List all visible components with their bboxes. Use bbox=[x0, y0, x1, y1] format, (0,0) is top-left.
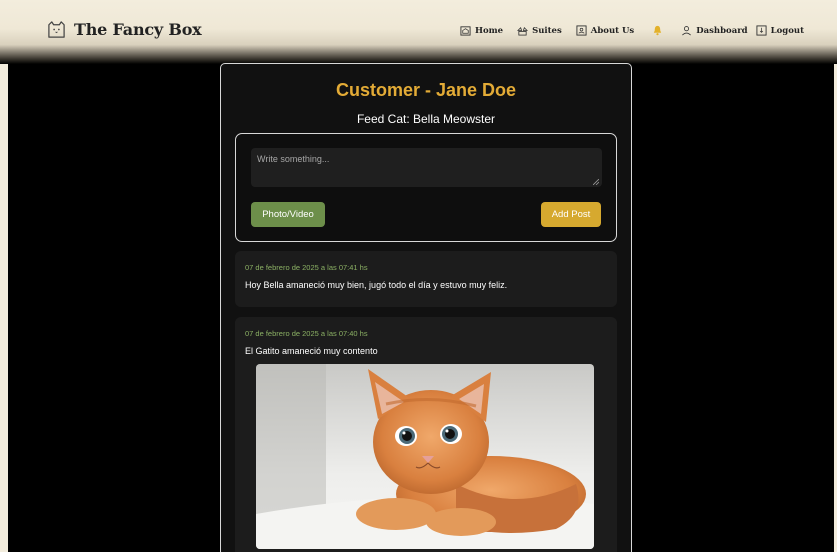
suites-icon bbox=[517, 26, 529, 36]
resize-handle-icon[interactable] bbox=[593, 179, 599, 185]
post-text-input[interactable] bbox=[251, 148, 602, 187]
cat-box-icon bbox=[48, 21, 65, 38]
feed-card: Customer - Jane Doe Feed Cat: Bella Meow… bbox=[220, 63, 632, 552]
nav-about[interactable]: About Us bbox=[576, 25, 634, 36]
main-nav: Home Suites About Us Dashboard Logout bbox=[460, 25, 804, 36]
post-date: 07 de febrero de 2025 a las 07:40 hs bbox=[245, 329, 368, 338]
nav-home[interactable]: Home bbox=[460, 25, 503, 36]
feed-post: 07 de febrero de 2025 a las 07:41 hs Hoy… bbox=[235, 251, 617, 307]
about-icon bbox=[576, 25, 587, 36]
kitten-photo bbox=[256, 364, 594, 549]
nav-logout-label: Logout bbox=[770, 25, 804, 36]
brand[interactable]: The Fancy Box bbox=[47, 20, 202, 39]
feed-post: 07 de febrero de 2025 a las 07:40 hs El … bbox=[235, 317, 617, 552]
brand-name: The Fancy Box bbox=[74, 20, 202, 39]
nav-home-label: Home bbox=[474, 25, 504, 36]
notifications-button[interactable] bbox=[652, 25, 663, 36]
add-post-button[interactable]: Add Post bbox=[541, 202, 601, 227]
bell-icon bbox=[654, 25, 662, 36]
photo-video-button[interactable]: Photo/Video bbox=[251, 202, 325, 227]
home-icon bbox=[460, 26, 471, 36]
post-image[interactable] bbox=[256, 364, 594, 549]
left-gutter bbox=[0, 0, 8, 552]
nav-dashboard-label: Dashboard bbox=[696, 25, 748, 36]
nav-suites-label: Suites bbox=[532, 25, 562, 36]
post-text: Hoy Bella amaneció muy bien, jugó todo e… bbox=[245, 280, 508, 290]
nav-suites[interactable]: Suites bbox=[517, 25, 562, 36]
user-icon bbox=[682, 26, 692, 36]
post-composer: Photo/Video Add Post bbox=[235, 133, 617, 242]
nav-dashboard[interactable]: Dashboard bbox=[681, 25, 748, 36]
post-text: El Gatito amaneció muy contento bbox=[245, 346, 378, 356]
page-subtitle: Feed Cat: Bella Meowster bbox=[356, 112, 496, 126]
navbar: The Fancy Box Home Suites About Us Dashb… bbox=[0, 0, 837, 64]
nav-logout[interactable]: Logout bbox=[756, 25, 804, 36]
nav-about-label: About Us bbox=[590, 25, 635, 36]
logout-icon bbox=[756, 25, 767, 36]
post-date: 07 de febrero de 2025 a las 07:41 hs bbox=[245, 263, 368, 272]
page-title: Customer - Jane Doe bbox=[335, 80, 517, 100]
